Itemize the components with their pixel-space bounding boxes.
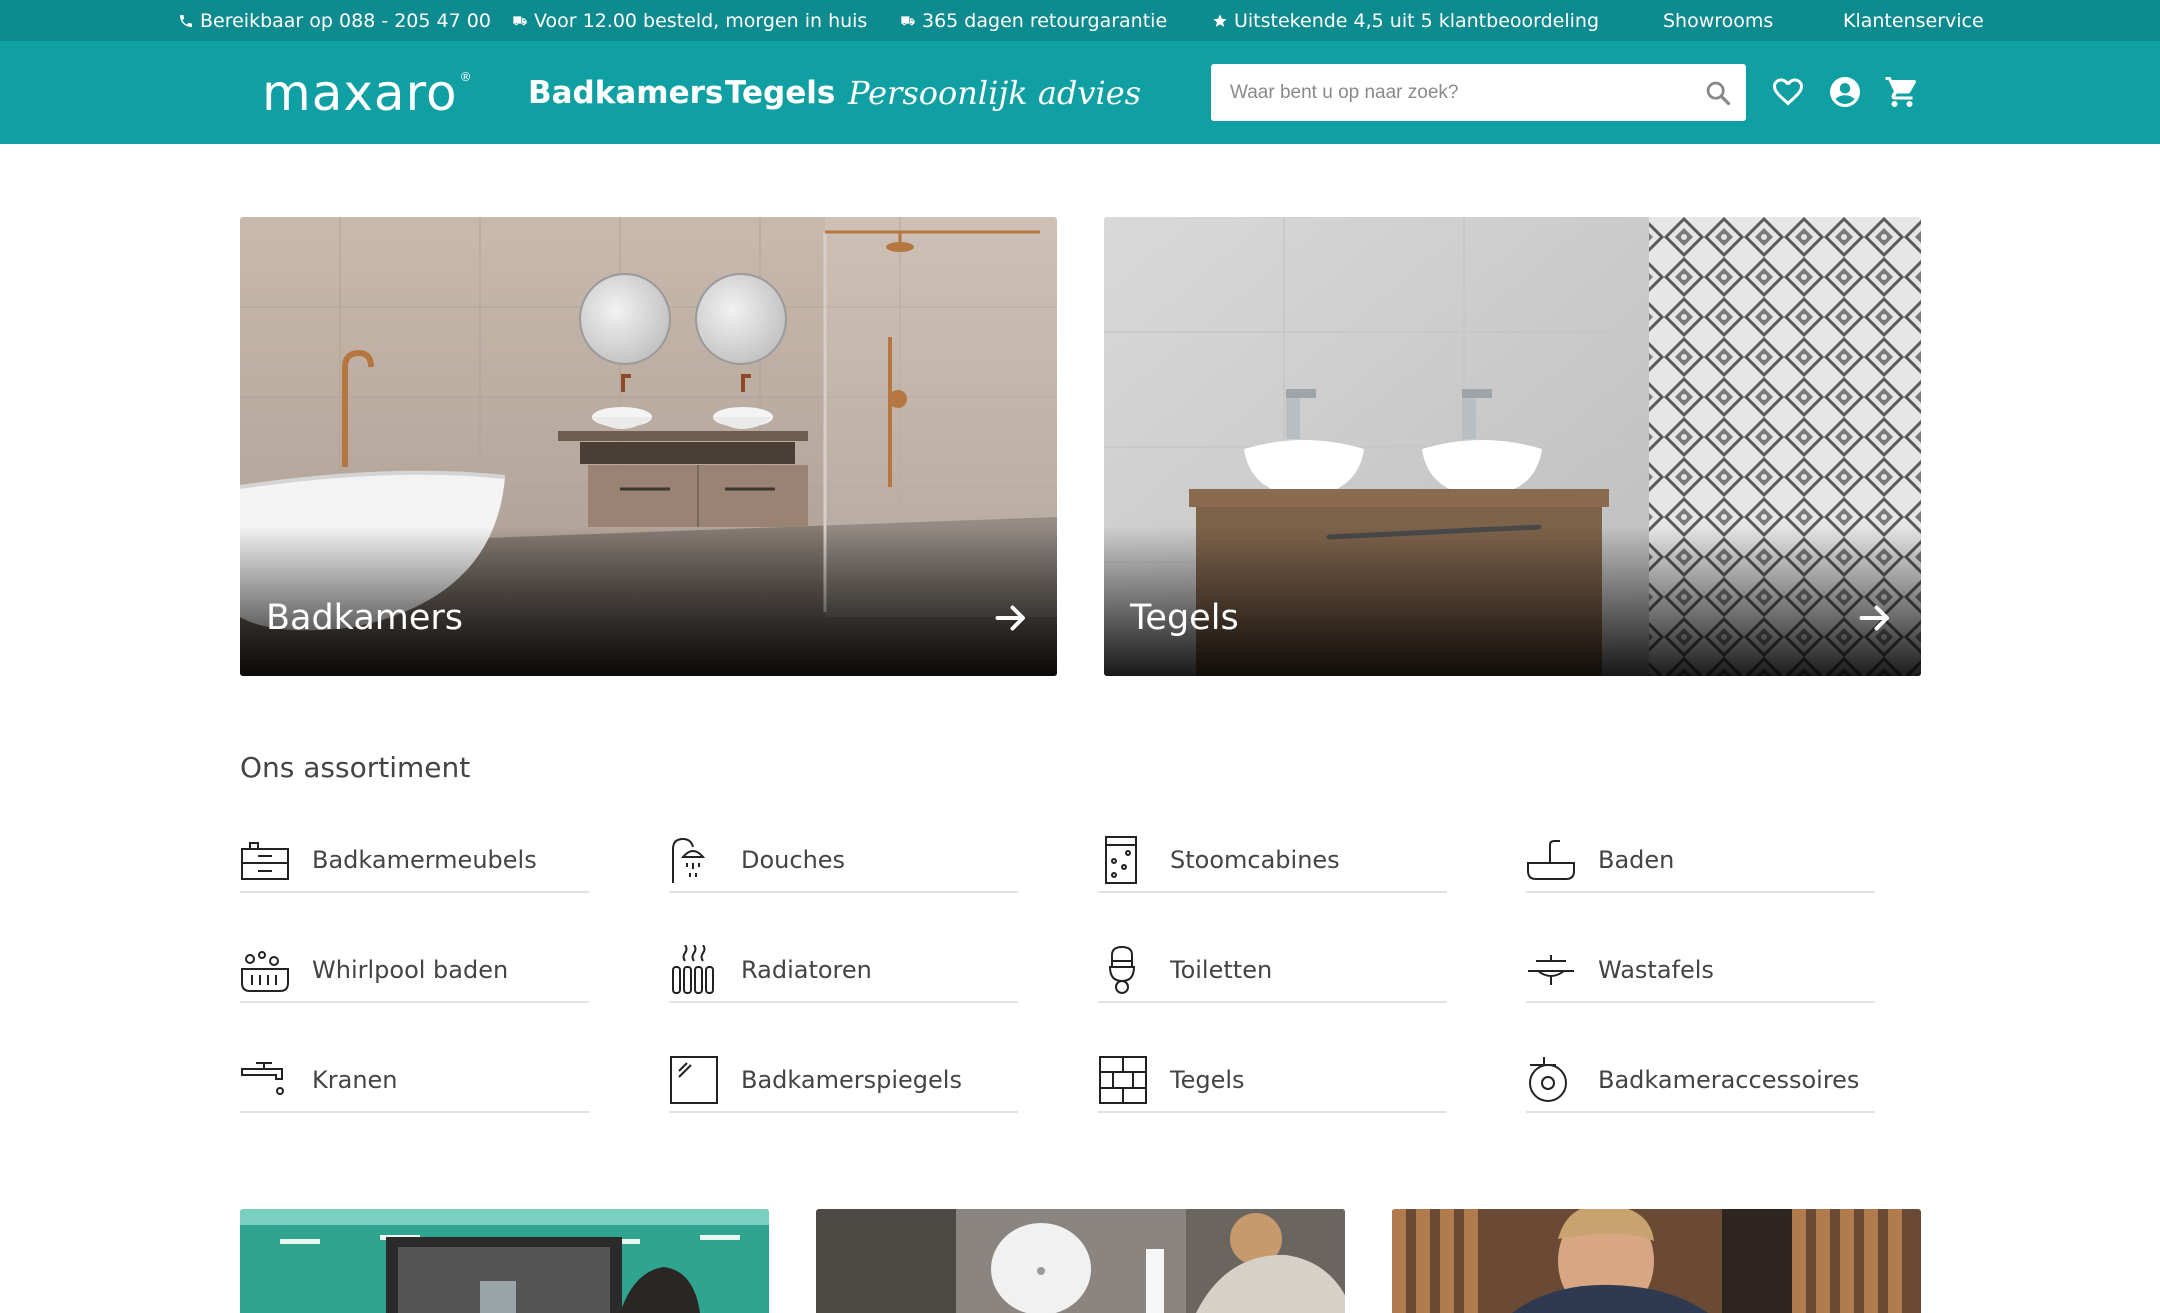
promo-card-advice[interactable]: [816, 1209, 1345, 1313]
cart-icon[interactable]: [1884, 74, 1920, 110]
customer-service-link[interactable]: Klantenservice: [1843, 0, 1984, 41]
category-label: Wastafels: [1598, 955, 1714, 984]
arrow-right-icon: [995, 605, 1025, 631]
vanity-cabinet-icon: [240, 835, 290, 885]
main-header: maxaro ® Badkamers Tegels Persoonlijk adv…: [0, 41, 2160, 144]
category-label: Badkamermeubels: [312, 845, 537, 874]
bathtub-icon: [1526, 835, 1576, 885]
nav-tegels[interactable]: Tegels: [725, 71, 835, 115]
phone-icon: [180, 14, 192, 27]
category-baden[interactable]: Baden: [1526, 828, 1875, 893]
hero-title-badkamers: Badkamers: [266, 598, 464, 638]
truck-icon: [513, 15, 527, 25]
steam-cabin-icon: [1098, 835, 1148, 885]
nav-advies-label: Persoonlijk advies: [848, 74, 1142, 112]
returns-info: 365 dagen retourgarantie: [900, 0, 1167, 41]
showrooms-link[interactable]: Showrooms: [1663, 0, 1773, 41]
search-box: [1211, 64, 1746, 121]
faucet-icon: [240, 1055, 290, 1105]
category-radiatoren[interactable]: Radiatoren: [669, 938, 1018, 1003]
category-stoomcabines[interactable]: Stoomcabines: [1098, 828, 1447, 893]
category-badkamermeubels[interactable]: Badkamermeubels: [240, 828, 589, 893]
phone-text: Bereikbaar op 088 - 205 47 00: [200, 9, 491, 32]
phone-info[interactable]: Bereikbaar op 088 - 205 47 00: [178, 0, 491, 41]
truck-icon: [901, 15, 915, 25]
category-label: Radiatoren: [741, 955, 872, 984]
promo-card-service[interactable]: [1392, 1209, 1921, 1313]
category-badkamerspiegels[interactable]: Badkamerspiegels: [669, 1048, 1018, 1113]
rating-info[interactable]: Uitstekende 4,5 uit 5 klantbeoordeling: [1212, 0, 1599, 41]
delivery-info: Voor 12.00 besteld, morgen in huis: [512, 0, 867, 41]
category-label: Badkamerspiegels: [741, 1065, 962, 1094]
category-toiletten[interactable]: Toiletten: [1098, 938, 1447, 1003]
hero-card-badkamers[interactable]: Badkamers: [240, 217, 1057, 676]
maxaro-logo[interactable]: maxaro ®: [262, 64, 472, 122]
category-tegels[interactable]: Tegels: [1098, 1048, 1447, 1113]
shower-icon: [669, 835, 719, 885]
category-label: Badkameraccessoires: [1598, 1065, 1860, 1094]
wishlist-heart-icon[interactable]: [1770, 74, 1806, 110]
tiles-icon: [1098, 1055, 1148, 1105]
top-info-bar: Bereikbaar op 088 - 205 47 00 Voor 12.00…: [0, 0, 2160, 41]
washbasin-icon: [1526, 945, 1576, 995]
account-icon[interactable]: [1827, 74, 1863, 110]
category-wastafels[interactable]: Wastafels: [1526, 938, 1875, 1003]
rating-text: Uitstekende 4,5 uit 5 klantbeoordeling: [1234, 9, 1600, 32]
hero-card-tegels[interactable]: Tegels: [1104, 217, 1921, 676]
search-input[interactable]: [1211, 64, 1691, 121]
category-label: Douches: [741, 845, 846, 874]
nav-badkamers[interactable]: Badkamers: [528, 71, 723, 115]
arrow-right-icon: [1859, 605, 1889, 631]
promo-card-showroom[interactable]: [240, 1209, 769, 1313]
category-badkameraccessoires[interactable]: Badkameraccessoires: [1526, 1048, 1875, 1113]
category-label: Tegels: [1170, 1065, 1245, 1094]
category-label: Kranen: [312, 1065, 398, 1094]
category-kranen[interactable]: Kranen: [240, 1048, 589, 1113]
category-label: Toiletten: [1170, 955, 1273, 984]
category-label: Whirlpool baden: [312, 955, 509, 984]
mirror-icon: [669, 1055, 719, 1105]
customer-service-label: Klantenservice: [1843, 9, 1984, 32]
nav-persoonlijk-advies[interactable]: Persoonlijk advies: [848, 71, 1141, 115]
delivery-text: Voor 12.00 besteld, morgen in huis: [534, 9, 868, 32]
search-icon[interactable]: [1704, 79, 1732, 107]
advice-photo: [816, 1209, 1345, 1313]
star-icon: [1213, 13, 1227, 27]
whirlpool-icon: [240, 945, 290, 995]
category-label: Stoomcabines: [1170, 845, 1340, 874]
toilet-icon: [1098, 945, 1148, 995]
radiator-icon: [669, 943, 719, 995]
toilet-roll-icon: [1526, 1055, 1576, 1105]
nav-badkamers-label: Badkamers: [528, 75, 724, 111]
nav-tegels-label: Tegels: [725, 75, 836, 111]
category-whirlpool-baden[interactable]: Whirlpool baden: [240, 938, 589, 1003]
category-label: Baden: [1598, 845, 1675, 874]
hero-title-tegels: Tegels: [1130, 598, 1239, 638]
service-photo: [1392, 1209, 1921, 1313]
logo-text: maxaro: [262, 64, 458, 122]
returns-text: 365 dagen retourgarantie: [922, 9, 1168, 32]
category-douches[interactable]: Douches: [669, 828, 1018, 893]
showroom-photo: [240, 1209, 769, 1313]
assortment-title: Ons assortiment: [240, 751, 471, 784]
showrooms-label: Showrooms: [1663, 9, 1774, 32]
